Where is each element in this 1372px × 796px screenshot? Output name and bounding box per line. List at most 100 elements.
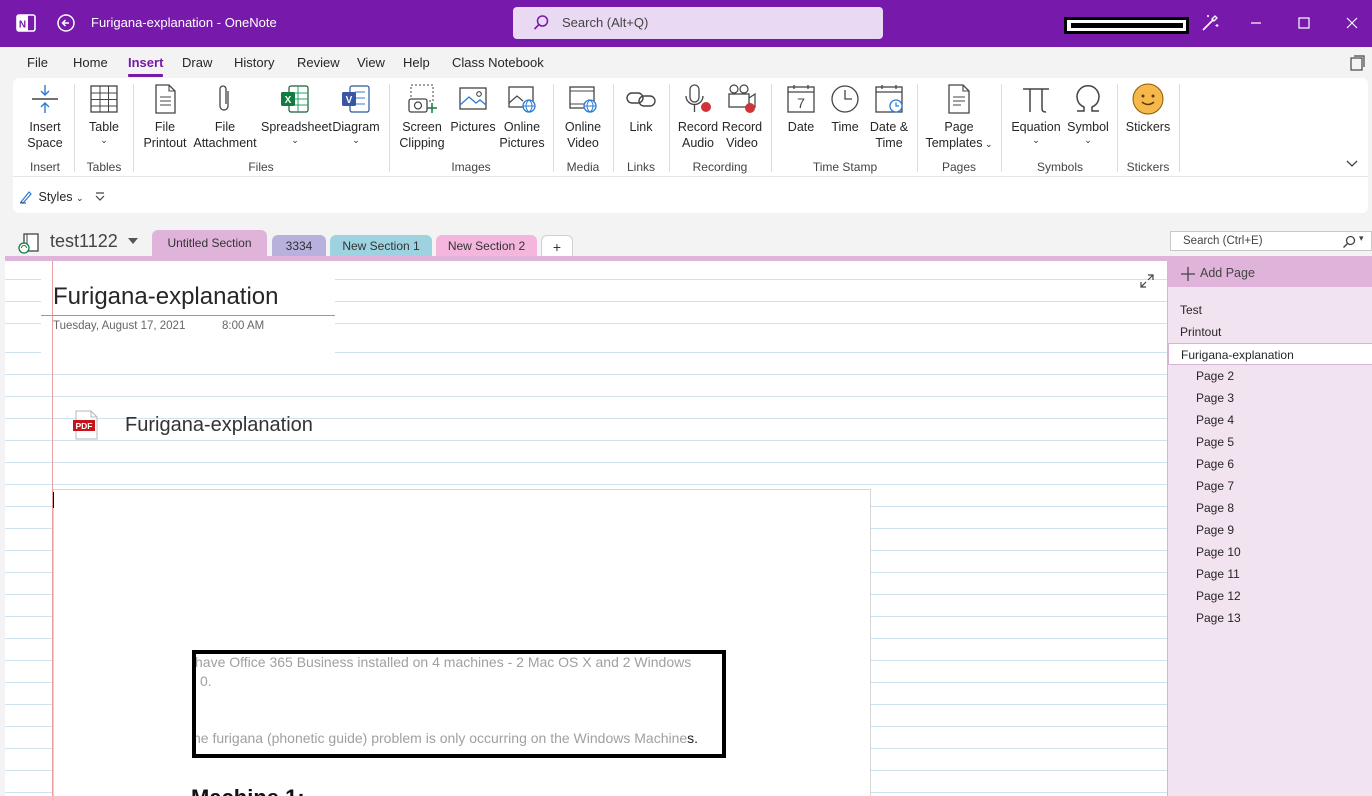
section-tab-new-section-2[interactable]: New Section 2 <box>436 235 537 257</box>
notebook-pane-icon[interactable] <box>1348 54 1366 72</box>
link-button[interactable]: Link <box>621 82 661 135</box>
add-page-button[interactable]: Add Page <box>1168 261 1372 287</box>
page-item-page-3[interactable]: Page 3 <box>1168 387 1372 409</box>
online-video-button[interactable]: Online Video <box>561 82 605 151</box>
svg-text:7: 7 <box>797 95 805 111</box>
group-label-tables: Tables <box>86 160 122 174</box>
page-templates-button[interactable]: Page Templates ⌄ <box>925 82 993 152</box>
styles-dropdown[interactable]: Styles ⌄ <box>19 188 84 204</box>
file-printout-button[interactable]: File Printout <box>141 82 189 151</box>
record-audio-button[interactable]: Record Audio <box>677 82 719 151</box>
date-button[interactable]: 7 Date <box>779 82 823 135</box>
excel-icon: X <box>281 85 309 113</box>
stickers-button[interactable]: Stickers <box>1125 82 1171 135</box>
page-item-page-8[interactable]: Page 8 <box>1168 497 1372 519</box>
ribbon-collapse-icon[interactable] <box>1345 156 1359 170</box>
printout-heading: Machine 1: <box>191 785 305 796</box>
ribbon-separator <box>771 84 772 172</box>
table-icon <box>90 85 118 113</box>
svg-text:PDF: PDF <box>76 421 93 431</box>
page-item-printout[interactable]: Printout <box>1168 321 1372 343</box>
add-section-button[interactable]: + <box>541 235 573 257</box>
group-label-insert: Insert <box>29 160 60 174</box>
pi-icon <box>1023 88 1049 113</box>
equation-button[interactable]: Equation ⌄ <box>1009 82 1063 145</box>
chevron-down-icon: ⌄ <box>291 135 299 145</box>
screen-clipping-button[interactable]: Screen Clipping <box>397 82 447 151</box>
section-tab-untitled-section[interactable]: Untitled Section <box>152 230 267 259</box>
page-item-page-9[interactable]: Page 9 <box>1168 519 1372 541</box>
tab-draw[interactable]: Draw <box>182 55 212 70</box>
online-picture-icon <box>508 86 536 113</box>
link-icon <box>626 92 656 107</box>
file-attachment-button[interactable]: File Attachment <box>193 82 257 151</box>
global-search-box[interactable]: Search (Alt+Q) <box>513 7 883 39</box>
page-item-page-7[interactable]: Page 7 <box>1168 475 1372 497</box>
page-template-icon <box>948 84 970 114</box>
table-button[interactable]: Table ⌄ <box>83 82 125 145</box>
page-item-page-4[interactable]: Page 4 <box>1168 409 1372 431</box>
page-item-furigana-explanation[interactable]: Furigana-explanation <box>1168 343 1372 365</box>
page-item-page-13[interactable]: Page 13 <box>1168 607 1372 629</box>
page-item-page-11[interactable]: Page 11 <box>1168 563 1372 585</box>
notebook-name: test1122 <box>50 231 118 251</box>
diagram-button[interactable]: V Diagram ⌄ <box>331 82 381 145</box>
tab-home[interactable]: Home <box>73 55 108 70</box>
camera-icon <box>408 84 437 113</box>
page-date: Tuesday, August 17, 2021 <box>53 320 186 332</box>
page-item-page-2[interactable]: Page 2 <box>1168 365 1372 387</box>
styles-label: Styles <box>38 190 73 204</box>
online-video-icon <box>569 86 597 113</box>
ribbon-separator <box>1001 84 1002 172</box>
group-label-pages: Pages <box>941 160 977 174</box>
pictures-button[interactable]: Pictures <box>449 82 497 135</box>
svg-text:X: X <box>285 95 292 106</box>
ribbon-tab-bar: File Home Insert Draw History Review Vie… <box>5 47 1372 78</box>
redacted-account-name <box>1071 23 1183 28</box>
maximize-icon[interactable] <box>1292 11 1316 35</box>
spreadsheet-button[interactable]: X Spreadsheet ⌄ <box>261 82 332 145</box>
page-item-page-6[interactable]: Page 6 <box>1168 453 1372 475</box>
expand-icon[interactable] <box>1140 274 1154 288</box>
online-pictures-button[interactable]: Online Pictures <box>499 82 545 151</box>
tab-review[interactable]: Review <box>297 55 340 70</box>
time-button[interactable]: Time <box>825 82 865 135</box>
page-item-page-12[interactable]: Page 12 <box>1168 585 1372 607</box>
search-icon <box>1343 235 1356 248</box>
notebook-dropdown[interactable]: test1122 <box>50 231 139 252</box>
window-title: Furigana-explanation - OneNote <box>91 15 277 30</box>
symbol-button[interactable]: Symbol ⌄ <box>1065 82 1111 145</box>
close-icon[interactable] <box>1340 11 1364 35</box>
page-item-page-5[interactable]: Page 5 <box>1168 431 1372 453</box>
page-search-input[interactable]: Search (Ctrl+E) ▾ <box>1170 231 1372 251</box>
minimize-icon[interactable] <box>1244 11 1268 35</box>
page-item-test[interactable]: Test <box>1168 299 1372 321</box>
page-title[interactable]: Furigana-explanation <box>53 283 278 311</box>
section-tab-3334[interactable]: 3334 <box>272 235 326 257</box>
tab-file[interactable]: File <box>27 55 48 70</box>
styles-pen-icon <box>20 191 32 204</box>
attachment-name[interactable]: Furigana-explanation <box>125 414 313 437</box>
tab-class-notebook[interactable]: Class Notebook <box>452 55 544 70</box>
tab-view[interactable]: View <box>357 55 385 70</box>
pdf-file-icon[interactable]: PDF <box>73 410 99 440</box>
chevron-down-icon: ⌄ <box>100 135 108 145</box>
highlight-rectangle <box>192 650 726 758</box>
tab-insert[interactable]: Insert <box>128 55 164 77</box>
tab-help[interactable]: Help <box>403 55 430 70</box>
video-camera-icon <box>728 84 756 113</box>
chevron-down-icon: ⌄ <box>1032 135 1040 145</box>
back-arrow-icon[interactable] <box>54 11 78 35</box>
customize-toolbar-icon[interactable] <box>93 189 107 203</box>
page-item-page-10[interactable]: Page 10 <box>1168 541 1372 563</box>
account-area[interactable] <box>1064 17 1189 34</box>
magic-wand-icon[interactable] <box>1198 11 1222 35</box>
record-video-button[interactable]: Record Video <box>721 82 763 151</box>
page-canvas[interactable]: Furigana-explanation Tuesday, August 17,… <box>5 261 1167 796</box>
date-time-button[interactable]: Date & Time <box>867 82 911 151</box>
tab-history[interactable]: History <box>234 55 274 70</box>
plus-icon <box>1181 267 1195 281</box>
ribbon-separator <box>1117 84 1118 172</box>
insert-space-button[interactable]: Insert Space <box>25 82 65 151</box>
section-tab-new-section-1[interactable]: New Section 1 <box>330 235 432 257</box>
